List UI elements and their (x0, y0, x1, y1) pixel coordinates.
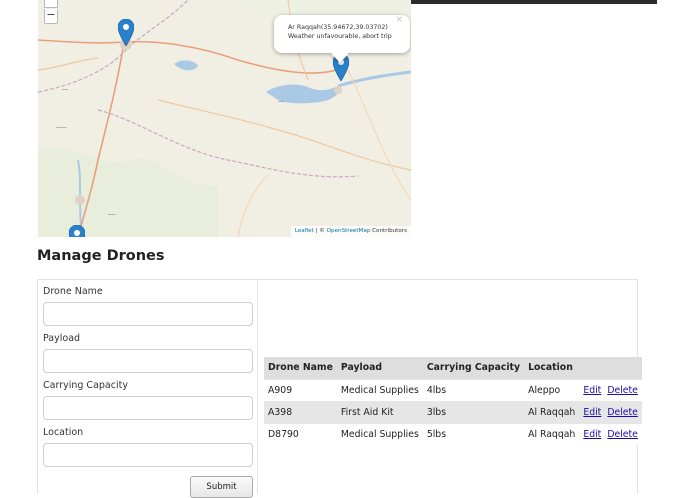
cell-actions: Edit Delete (579, 422, 642, 445)
payload-input[interactable] (43, 349, 253, 373)
zoom-in-button[interactable] (44, 0, 58, 8)
table-row: D8790 Medical Supplies 5lbs Al Raqqah Ed… (264, 422, 642, 445)
cell-location: Al Raqqah (524, 400, 580, 423)
cell-actions: Edit Delete (579, 378, 642, 401)
drone-name-label: Drone Name (43, 286, 103, 297)
map-popup: × Ar Raqqah(35.94672,39.03702) Weather u… (274, 15, 410, 63)
table-row: A909 Medical Supplies 4lbs Aleppo Edit De… (264, 378, 642, 401)
column-header-carrying-capacity: Carrying Capacity (422, 357, 525, 379)
cell-actions: Edit Delete (579, 400, 642, 423)
cell-capacity: 3lbs (422, 400, 525, 423)
drone-name-input[interactable] (43, 302, 253, 326)
drone-form: Drone Name Payload Carrying Capacity Loc… (37, 279, 258, 498)
cell-payload: Medical Supplies (336, 378, 423, 401)
cell-capacity: 5lbs (422, 422, 525, 445)
cell-payload: Medical Supplies (336, 422, 423, 445)
osm-link[interactable]: OpenStreetMap (327, 228, 371, 234)
edit-link[interactable]: Edit (583, 429, 601, 440)
submit-button[interactable]: Submit (190, 476, 253, 498)
table-row: A398 First Aid Kit 3lbs Al Raqqah Edit De… (264, 400, 642, 423)
drones-table: Drone Name Payload Carrying Capacity Loc… (264, 357, 642, 445)
map-view[interactable]: ــــ ـــــــ ــــ ـــــ − × Ar Raqqah(35… (38, 0, 411, 237)
delete-link[interactable]: Delete (607, 407, 638, 418)
location-label: Location (43, 427, 84, 438)
svg-text:ـــــ: ـــــ (107, 211, 116, 217)
carrying-capacity-label: Carrying Capacity (43, 380, 128, 391)
table-header-row: Drone Name Payload Carrying Capacity Loc… (264, 357, 642, 379)
edit-link[interactable]: Edit (583, 385, 601, 396)
cell-payload: First Aid Kit (336, 400, 423, 423)
carrying-capacity-input[interactable] (43, 396, 253, 420)
svg-text:ــــ: ــــ (61, 86, 68, 92)
drones-table-panel: Drone Name Payload Carrying Capacity Loc… (258, 279, 642, 494)
map-marker-third-icon[interactable] (69, 225, 85, 237)
column-header-actions (579, 357, 642, 379)
delete-link[interactable]: Delete (607, 385, 638, 396)
cell-location: Al Raqqah (524, 422, 580, 445)
column-header-payload: Payload (336, 357, 423, 379)
map-attribution: Leaflet | © OpenStreetMap Contributors (290, 226, 411, 237)
map-marker-aleppo-icon[interactable] (118, 19, 134, 46)
cell-location: Aleppo (524, 378, 580, 401)
svg-text:ــــ: ــــ (277, 98, 284, 104)
zoom-out-button[interactable]: − (44, 9, 58, 24)
cell-capacity: 4lbs (422, 378, 525, 401)
payload-label: Payload (43, 333, 81, 344)
cell-drone-name: A909 (264, 378, 337, 401)
popup-message: Weather unfavourable, abort trip (288, 33, 392, 40)
popup-coordinates: Ar Raqqah(35.94672,39.03702) (288, 24, 388, 31)
column-header-drone-name: Drone Name (264, 357, 337, 379)
cell-drone-name: D8790 (264, 422, 337, 445)
location-input[interactable] (43, 443, 253, 467)
delete-link[interactable]: Delete (607, 429, 638, 440)
column-header-location: Location (524, 357, 580, 379)
leaflet-link[interactable]: Leaflet (295, 228, 314, 234)
edit-link[interactable]: Edit (583, 407, 601, 418)
cell-drone-name: A398 (264, 400, 337, 423)
svg-text:ـــــــ: ـــــــ (55, 124, 67, 130)
page-title: Manage Drones (37, 248, 165, 264)
